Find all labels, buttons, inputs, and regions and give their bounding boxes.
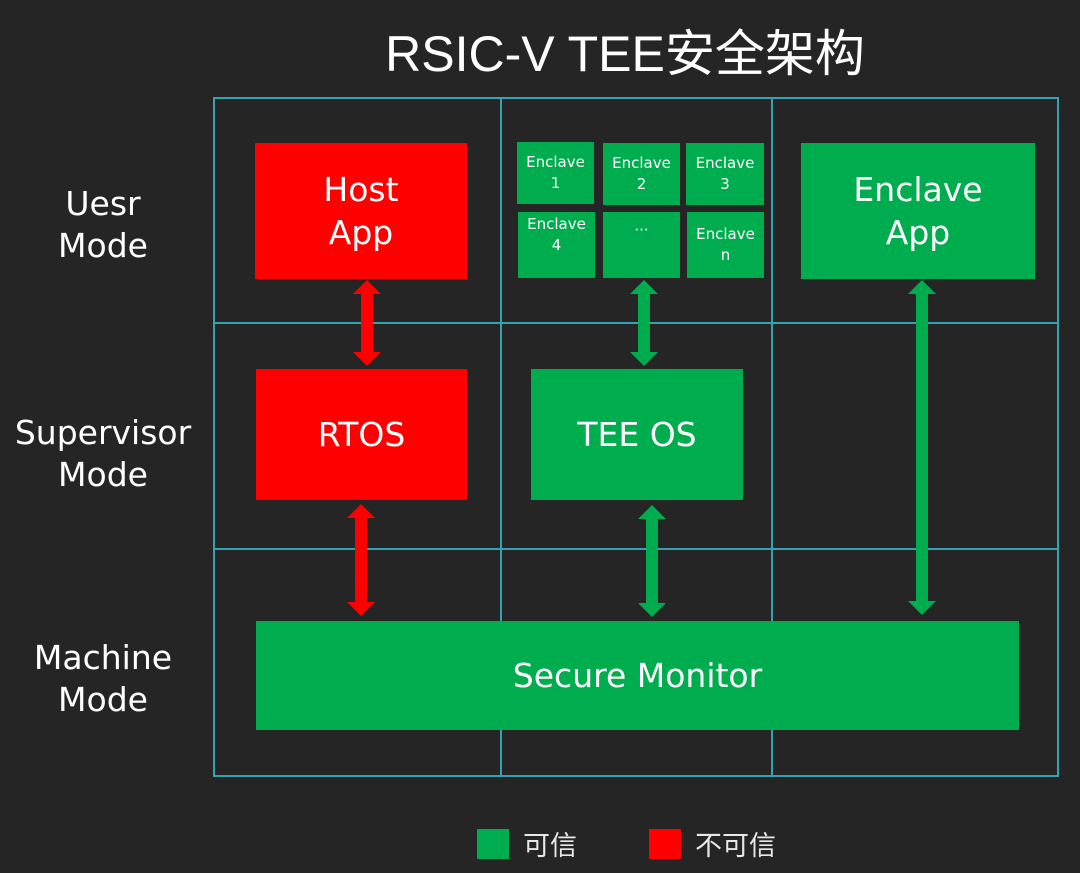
mode-label-supervisor: Supervisor Mode — [0, 412, 206, 496]
mode-label-line: Mode — [58, 455, 148, 494]
box-label: Secure Monitor — [512, 656, 763, 695]
mode-label-user: Uesr Mode — [0, 183, 206, 267]
arrow-tee-os-secure-monitor — [638, 505, 666, 617]
legend-untrusted: 不可信 — [649, 824, 776, 863]
box-label: App — [885, 213, 951, 252]
double-arrow-icon — [638, 505, 666, 617]
arrow-enclave-app-secure-monitor — [908, 280, 936, 615]
enclave-box: Enclave 4 — [518, 212, 595, 278]
enclave-label: Enclave — [526, 153, 585, 171]
enclave-index: 4 — [551, 236, 562, 254]
host-app-box: Host App — [255, 143, 467, 279]
legend-swatch-untrusted — [649, 828, 681, 859]
double-arrow-icon — [630, 280, 658, 366]
enclave-label: Enclave — [696, 225, 755, 243]
arrow-rtos-secure-monitor — [347, 504, 375, 616]
arrow-enclaves-tee-os — [630, 280, 658, 366]
box-label: RTOS — [317, 415, 406, 454]
enclave-label: Enclave — [695, 154, 755, 172]
ellipsis-label: ··· — [634, 221, 649, 239]
enclave-index: 3 — [720, 175, 730, 193]
legend-swatch-trusted — [477, 828, 509, 859]
enclave-label: Enclave — [612, 154, 671, 172]
enclave-app-box: Enclave App — [801, 143, 1035, 279]
box-label: TEE OS — [577, 415, 697, 454]
grid-border-bottom — [214, 775, 1059, 777]
legend-trusted: 可信 — [477, 824, 577, 863]
legend-label: 不可信 — [695, 831, 776, 862]
grid-border-left — [213, 97, 215, 777]
enclave-index: 2 — [636, 175, 647, 193]
box-label: App — [328, 213, 394, 252]
enclave-box-ellipsis: ··· — [603, 212, 680, 278]
tee-os-box: TEE OS — [531, 369, 743, 500]
arrow-host-app-rtos — [353, 280, 381, 366]
rtos-box: RTOS — [256, 369, 467, 500]
box-label: Enclave — [853, 170, 983, 209]
grid-border-top — [214, 97, 1059, 99]
double-arrow-icon — [908, 280, 936, 615]
double-arrow-icon — [347, 504, 375, 616]
box-label: Host — [323, 170, 399, 209]
mode-label-machine: Machine Mode — [0, 637, 206, 721]
secure-monitor-box: Secure Monitor — [256, 621, 1019, 730]
diagram-title: RSIC-V TEE安全架构 — [385, 26, 865, 82]
mode-label-line: Mode — [58, 680, 148, 719]
enclave-index: 1 — [550, 174, 561, 192]
grid-border-right — [1057, 97, 1059, 777]
enclave-label: Enclave — [527, 215, 586, 233]
enclave-index: n — [720, 246, 731, 264]
legend-label: 可信 — [523, 831, 577, 862]
mode-label-line: Supervisor — [14, 413, 192, 452]
mode-label-line: Uesr — [65, 184, 141, 223]
enclave-box: Enclave 2 — [603, 143, 680, 205]
mode-label-line: Machine — [33, 638, 173, 677]
mode-label-line: Mode — [58, 226, 148, 265]
double-arrow-icon — [353, 280, 381, 366]
enclave-box: Enclave 1 — [517, 142, 594, 204]
enclave-box: Enclave 3 — [686, 143, 764, 205]
enclave-box: Enclave n — [687, 212, 764, 278]
